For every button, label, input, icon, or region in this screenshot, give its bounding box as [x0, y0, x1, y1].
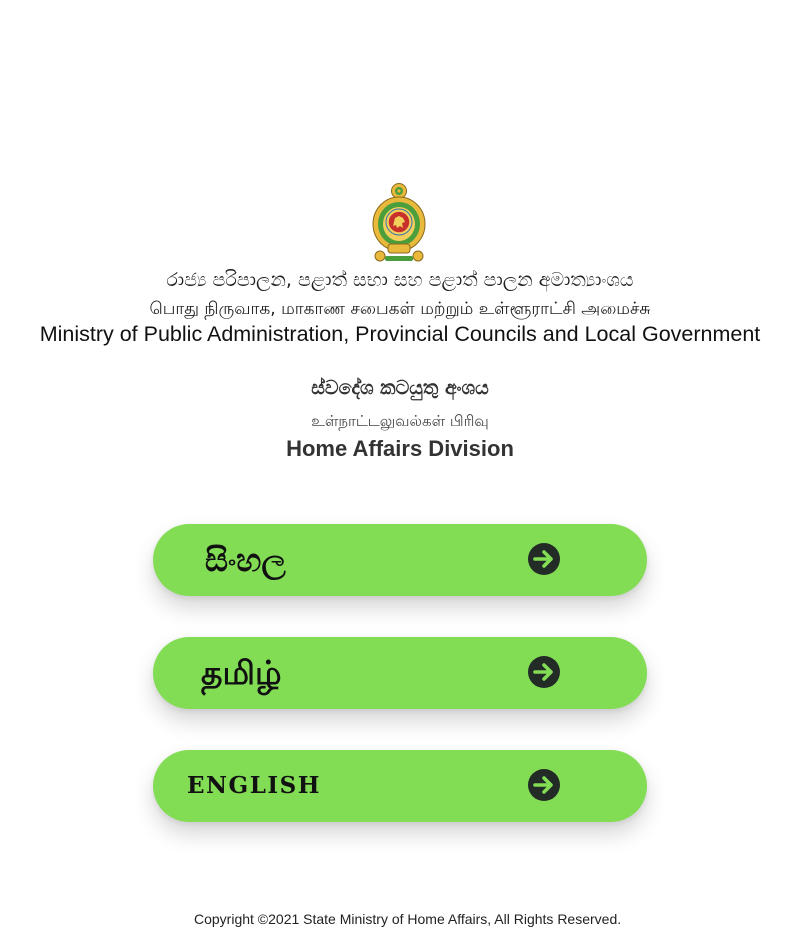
- tamil-language-button[interactable]: தமிழ்: [153, 637, 647, 709]
- division-name-english: Home Affairs Division: [286, 436, 514, 461]
- arrow-right-circle-icon: [528, 656, 560, 688]
- division-name-sinhala: ස්වදේශ කටයුතු අංශය: [311, 377, 489, 399]
- sinhala-language-button[interactable]: සිංහල: [153, 524, 647, 596]
- copyright-text: Copyright ©2021 State Ministry of Home A…: [194, 911, 622, 927]
- national-emblem-icon: [372, 183, 426, 262]
- arrow-right-circle-icon: [528, 543, 560, 575]
- english-language-button[interactable]: ENGLISH: [153, 750, 647, 822]
- division-name-tamil: உள்நாட்டலுவல்கள் பிரிவு: [311, 412, 489, 430]
- ministry-name-tamil: பொது நிருவாக, மாகாண சபைகள் மற்றும் உள்ளூ…: [149, 299, 651, 319]
- english-language-label: ENGLISH: [187, 772, 321, 799]
- ministry-name-english: Ministry of Public Administration, Provi…: [39, 322, 761, 346]
- ministry-name-sinhala: රාජ්‍ය පරිපාලන, පළාත් සභා සහ පළාත් පාලන …: [166, 269, 634, 291]
- sinhala-language-label: සිංහල: [205, 541, 286, 579]
- tamil-language-label: தமிழ்: [201, 653, 282, 692]
- arrow-right-circle-icon: [528, 769, 560, 801]
